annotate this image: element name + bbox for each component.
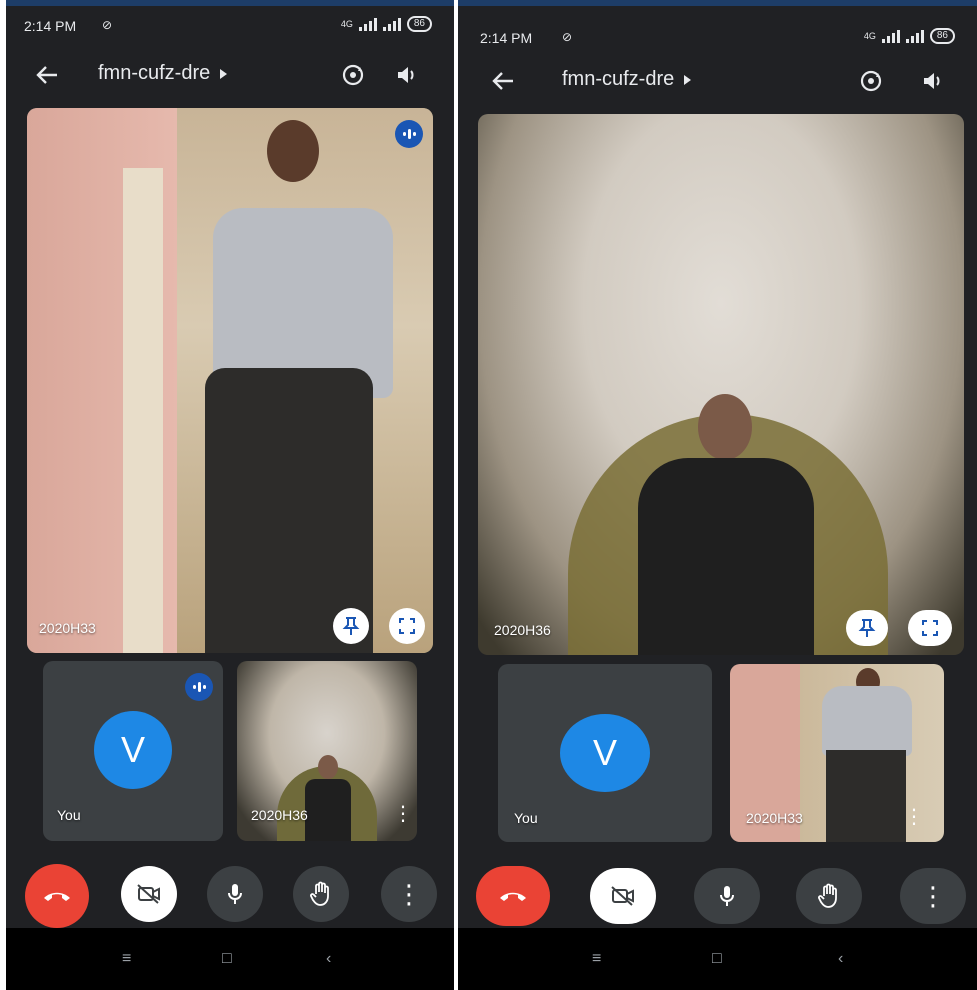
meeting-code: fmn-cufz-dre	[562, 68, 675, 90]
status-indicators: 4G 86	[864, 28, 955, 44]
raise-hand-button[interactable]	[796, 868, 862, 924]
participant-head	[318, 755, 338, 779]
avatar: V	[560, 714, 650, 792]
signal-icon	[881, 29, 900, 43]
participant-head	[698, 394, 752, 460]
speaking-indicator-icon	[185, 673, 213, 701]
switch-camera-icon[interactable]	[338, 60, 368, 90]
speaking-indicator-icon	[395, 120, 423, 148]
battery-icon: 86	[929, 28, 955, 44]
participant-name: 2020H33	[746, 810, 803, 826]
nav-back-icon[interactable]: ‹	[326, 950, 331, 968]
signal-icon	[358, 17, 377, 31]
participant-head	[267, 120, 319, 182]
thumbnail-video-tile[interactable]: 2020H36 ⋮	[237, 661, 417, 841]
speaker-icon[interactable]	[918, 66, 948, 96]
home-icon[interactable]: □	[222, 950, 232, 968]
self-label: You	[514, 810, 538, 826]
raise-hand-icon	[310, 881, 329, 906]
fullscreen-icon[interactable]	[389, 608, 425, 644]
end-call-button[interactable]	[25, 864, 89, 928]
speaker-icon[interactable]	[392, 60, 422, 90]
more-options-button[interactable]: ⋮	[381, 866, 437, 922]
network-type: 4G	[340, 19, 353, 29]
thumbnail-video-tile[interactable]: 2020H33 ⋮	[730, 664, 944, 842]
more-vertical-icon[interactable]: ⋮	[904, 804, 924, 829]
more-options-button[interactable]: ⋮	[900, 868, 966, 924]
pin-icon[interactable]	[333, 608, 369, 644]
battery-icon: 86	[406, 16, 432, 32]
more-vertical-icon: ⋮	[920, 880, 946, 911]
back-arrow-icon[interactable]	[32, 60, 62, 90]
status-indicators: 4G 86	[341, 16, 432, 32]
home-icon[interactable]: □	[712, 950, 722, 968]
signal-icon-2	[382, 17, 401, 31]
caret-right-icon	[220, 68, 228, 79]
menu-icon[interactable]: ≡	[122, 950, 131, 968]
call-screen-left: 2:14 PM ⊘ 4G 86 fmn-cufz-dre 2020H33 V Y…	[6, 0, 454, 990]
participant-name: 2020H33	[39, 620, 96, 636]
meeting-header: fmn-cufz-dre	[458, 62, 977, 98]
self-label: You	[57, 807, 81, 823]
camera-off-icon	[137, 884, 160, 904]
microphone-icon	[720, 886, 734, 906]
more-vertical-icon: ⋮	[396, 878, 422, 909]
back-arrow-icon[interactable]	[488, 66, 518, 96]
participant-shirt	[822, 686, 912, 756]
end-call-icon	[44, 892, 70, 901]
participant-pants	[826, 750, 906, 842]
avatar: V	[94, 711, 172, 789]
fullscreen-icon[interactable]	[908, 610, 952, 646]
camera-toggle-button[interactable]	[590, 868, 656, 924]
main-video-tile[interactable]: 2020H33	[27, 108, 433, 653]
meeting-code: fmn-cufz-dre	[98, 62, 211, 84]
microphone-icon	[228, 884, 242, 904]
participant-dress	[305, 779, 351, 841]
status-bar: 2:14 PM ⊘ 4G 86	[6, 14, 454, 38]
signal-icon-2	[905, 29, 924, 43]
end-call-icon	[500, 892, 526, 901]
call-screen-right: 2:14 PM ⊘ 4G 86 fmn-cufz-dre 2020H36 V Y…	[458, 0, 977, 990]
microphone-button[interactable]	[694, 868, 760, 924]
mute-notify-icon: ⊘	[102, 18, 113, 32]
network-type: 4G	[863, 31, 876, 41]
menu-icon[interactable]: ≡	[592, 950, 601, 968]
participant-name: 2020H36	[251, 807, 308, 823]
status-time: 2:14 PM	[24, 18, 77, 34]
meeting-code-button[interactable]: fmn-cufz-dre	[98, 62, 228, 85]
more-vertical-icon[interactable]: ⋮	[393, 801, 413, 826]
system-nav-bar: ≡ □ ‹	[6, 928, 454, 990]
system-nav-bar: ≡ □ ‹	[458, 928, 977, 990]
raise-hand-button[interactable]	[293, 866, 349, 922]
meeting-code-button[interactable]: fmn-cufz-dre	[562, 68, 692, 91]
main-video-tile[interactable]: 2020H36	[478, 114, 964, 655]
pin-icon[interactable]	[846, 610, 888, 646]
camera-toggle-button[interactable]	[121, 866, 177, 922]
participant-name: 2020H36	[494, 622, 551, 638]
switch-camera-icon[interactable]	[856, 66, 886, 96]
top-accent	[458, 0, 977, 6]
end-call-button[interactable]	[476, 866, 550, 926]
mute-notify-icon: ⊘	[562, 30, 573, 44]
raise-hand-icon	[818, 883, 837, 908]
status-bar: 2:14 PM ⊘ 4G 86	[458, 26, 977, 50]
status-time: 2:14 PM	[480, 30, 533, 46]
self-tile[interactable]: V You	[43, 661, 223, 841]
door-frame	[123, 168, 163, 653]
microphone-button[interactable]	[207, 866, 263, 922]
caret-right-icon	[684, 74, 692, 85]
meeting-header: fmn-cufz-dre	[6, 56, 454, 92]
nav-back-icon[interactable]: ‹	[838, 950, 843, 968]
top-accent	[6, 0, 454, 6]
camera-off-icon	[611, 886, 634, 906]
self-tile[interactable]: V You	[498, 664, 712, 842]
participant-dress	[638, 458, 814, 655]
